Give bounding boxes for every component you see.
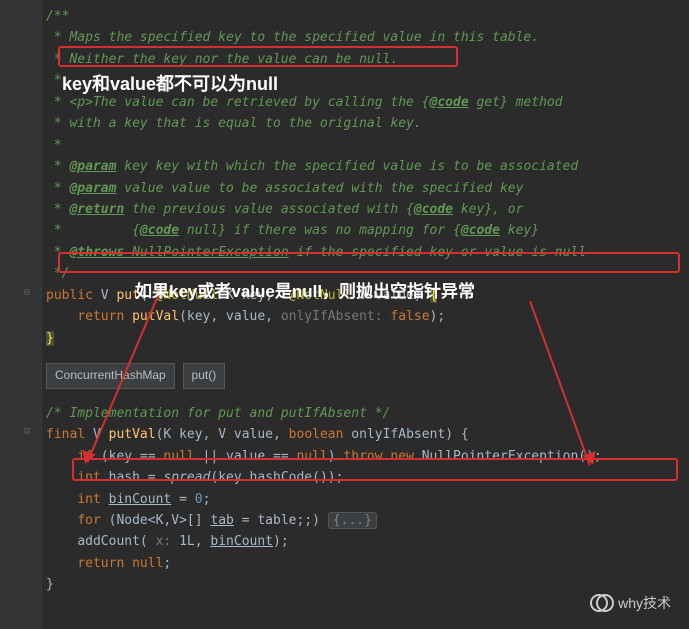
return-line: return null; xyxy=(46,553,689,574)
fold-icon[interactable]: ⊟ xyxy=(24,285,30,302)
doc-line: * @param value value to be associated wi… xyxy=(46,178,689,199)
wechat-icon xyxy=(590,594,612,612)
breadcrumb-method[interactable]: put() xyxy=(183,363,226,389)
return-tag: @return xyxy=(69,202,124,217)
doc-line: * {@code null} if there was no mapping f… xyxy=(46,220,689,241)
doc-line: * xyxy=(46,135,689,156)
doc-line: * @param key key with which the specifie… xyxy=(46,156,689,177)
doc-line: * Maps the specified key to the specifie… xyxy=(46,27,689,48)
param-tag: @param xyxy=(69,181,116,196)
putval-signature: ⊟final V putVal(K key, V value, boolean … xyxy=(46,424,689,445)
doc-line: * @throws NullPointerException if the sp… xyxy=(46,242,689,263)
doc-line: /** xyxy=(46,6,689,27)
throws-tag: @throws xyxy=(69,245,124,260)
bincount-line: int binCount = 0; xyxy=(46,489,689,510)
brace-close: } xyxy=(46,331,54,346)
hash-line: int hash = spread(key.hashCode()); xyxy=(46,467,689,488)
breadcrumb-class[interactable]: ConcurrentHashMap xyxy=(46,363,175,389)
for-line: for (Node<K,V>[] tab = table;;) {...} xyxy=(46,510,689,531)
addcount-line: addCount( x: 1L, binCount); xyxy=(46,531,689,552)
breadcrumb: ConcurrentHashMap put() xyxy=(46,363,689,389)
code-tag: @code xyxy=(461,223,500,238)
doc-line: * with a key that is equal to the origin… xyxy=(46,113,689,134)
doc-line: * Neither the key nor the value can be n… xyxy=(46,49,689,70)
code-tag: @code xyxy=(430,95,469,110)
param-tag: @param xyxy=(69,159,116,174)
watermark-text: why技术 xyxy=(618,592,671,615)
doc-line: * @return the previous value associated … xyxy=(46,199,689,220)
watermark: why技术 xyxy=(590,592,671,615)
annotation-2: 如果key或者value是null，则抛出空指针异常 xyxy=(135,278,475,306)
code-tag: @code xyxy=(140,223,179,238)
folded-block[interactable]: {...} xyxy=(328,512,377,529)
code-tag: @code xyxy=(414,202,453,217)
put-body: return putVal(key, value, onlyIfAbsent: … xyxy=(46,306,689,327)
annotation-1: key和value都不可以为null xyxy=(62,70,278,100)
fold-icon[interactable]: ⊟ xyxy=(24,424,30,441)
impl-comment: /* Implementation for put and putIfAbsen… xyxy=(46,403,689,424)
